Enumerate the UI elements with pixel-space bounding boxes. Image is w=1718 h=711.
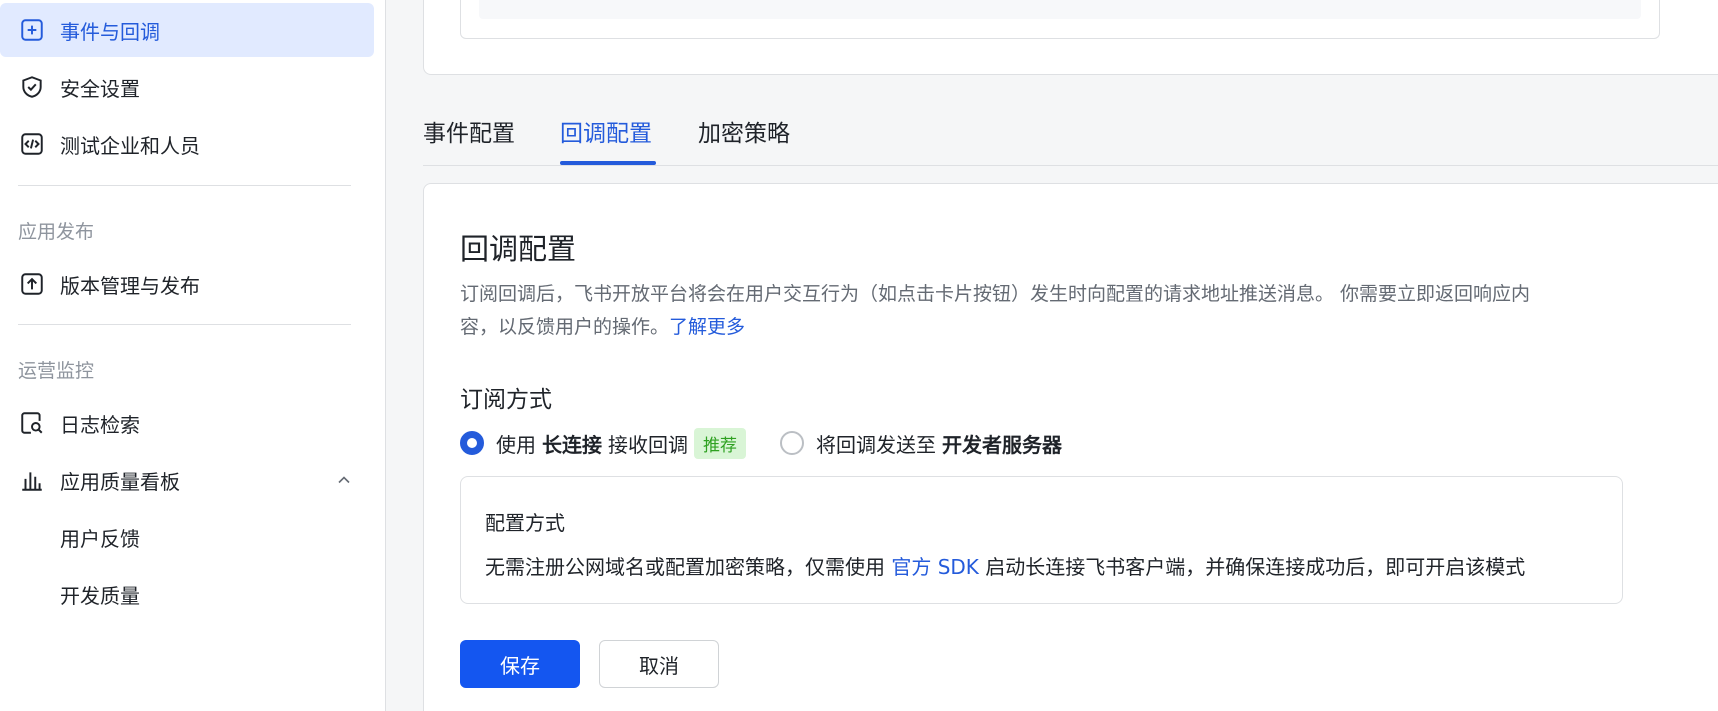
radio-unchecked-icon[interactable] — [780, 431, 804, 455]
divider — [18, 324, 351, 325]
config-method-title: 配置方式 — [485, 511, 565, 535]
radio-label: 将回调发送至 — [816, 432, 936, 457]
sidebar-item-label: 应用质量看板 — [60, 469, 180, 494]
sidebar-item-label: 开发质量 — [60, 583, 140, 608]
config-method-text: 无需注册公网域名或配置加密策略，仅需使用 官方 SDK 启动长连接飞书客户端，并… — [485, 551, 1525, 580]
callback-config-card: 回调配置 订阅回调后，飞书开放平台将会在用户交互行为（如点击卡片按钮）发生时向配… — [423, 183, 1718, 711]
nav-group-publish: 应用发布 — [18, 221, 95, 243]
radio-label: 使用 — [496, 432, 536, 457]
official-sdk-link[interactable]: 官方 SDK — [891, 555, 979, 579]
chevron-up-icon[interactable] — [336, 472, 352, 488]
sidebar-item-label: 版本管理与发布 — [60, 273, 200, 298]
description: 订阅回调后，飞书开放平台将会在用户交互行为（如点击卡片按钮）发生时向配置的请求地… — [460, 278, 1660, 344]
sidebar-item-label: 安全设置 — [60, 76, 140, 101]
learn-more-link[interactable]: 了解更多 — [669, 316, 745, 338]
active-tab-indicator — [560, 161, 656, 165]
cancel-button[interactable]: 取消 — [599, 640, 719, 688]
nav-group-ops: 运营监控 — [18, 360, 95, 382]
code-box-icon — [18, 130, 46, 158]
sidebar-item-security[interactable]: 安全设置 — [0, 60, 374, 114]
sidebar-item-label: 测试企业和人员 — [60, 133, 200, 158]
description-text: 订阅回调后，飞书开放平台将会在用户交互行为（如点击卡片按钮）发生时向配置的请求地… — [460, 283, 1531, 305]
sidebar-item-version-management[interactable]: 版本管理与发布 — [0, 257, 374, 311]
save-button[interactable]: 保存 — [460, 640, 580, 688]
info-text: 无需注册公网域名或配置加密策略，仅需使用 — [485, 555, 885, 579]
sidebar-item-label: 事件与回调 — [60, 19, 160, 44]
radio-label: 接收回调 — [608, 432, 688, 457]
tab-callback-config[interactable]: 回调配置 — [560, 114, 652, 148]
description-text: 容，以反馈用户的操作。 — [460, 316, 670, 338]
sidebar-item-log-search[interactable]: 日志检索 — [0, 396, 374, 450]
radio-checked-icon[interactable] — [460, 431, 484, 455]
bar-chart-icon — [18, 466, 46, 494]
top-inner-box — [460, 0, 1660, 39]
page-title: 回调配置 — [460, 232, 577, 266]
tab-encryption-strategy[interactable]: 加密策略 — [698, 114, 790, 148]
sidebar-item-label: 用户反馈 — [60, 526, 140, 551]
config-method-box: 配置方式 无需注册公网域名或配置加密策略，仅需使用 官方 SDK 启动长连接飞书… — [460, 476, 1623, 604]
sidebar-item-test-enterprise[interactable]: 测试企业和人员 — [0, 117, 374, 171]
doc-search-icon — [18, 409, 46, 437]
tab-bar: 事件配置 回调配置 加密策略 — [423, 108, 1718, 166]
divider — [18, 185, 351, 186]
info-text: 启动长连接飞书客户端，并确保连接成功后，即可开启该模式 — [985, 555, 1526, 579]
radio-label-bold: 开发者服务器 — [942, 432, 1062, 457]
upload-box-icon — [18, 270, 46, 298]
tab-event-config[interactable]: 事件配置 — [423, 114, 515, 148]
sidebar-item-dev-quality[interactable]: 开发质量 — [0, 567, 374, 621]
sidebar-item-events-callbacks[interactable]: 事件与回调 — [0, 3, 374, 57]
sidebar-item-user-feedback[interactable]: 用户反馈 — [0, 510, 374, 564]
add-box-icon — [18, 16, 46, 44]
shield-check-icon — [18, 73, 46, 101]
top-card — [423, 0, 1718, 75]
radio-label-bold: 长连接 — [542, 432, 602, 457]
sidebar-item-label: 日志检索 — [60, 412, 140, 437]
subscribe-method-radio-group: 使用 长连接 接收回调 推荐 将回调发送至 开发者服务器 — [460, 426, 1068, 460]
radio-long-connection[interactable]: 使用 长连接 接收回调 推荐 — [460, 427, 746, 459]
sidebar-item-quality-dashboard[interactable]: 应用质量看板 — [0, 453, 374, 507]
recommended-badge: 推荐 — [694, 427, 746, 459]
radio-developer-server[interactable]: 将回调发送至 开发者服务器 — [780, 429, 1068, 458]
subscribe-method-label: 订阅方式 — [460, 387, 552, 413]
sidebar: 事件与回调 安全设置 测试企业和人员 应用发布 版本管理与发布 运营监控 日志检… — [0, 0, 386, 711]
